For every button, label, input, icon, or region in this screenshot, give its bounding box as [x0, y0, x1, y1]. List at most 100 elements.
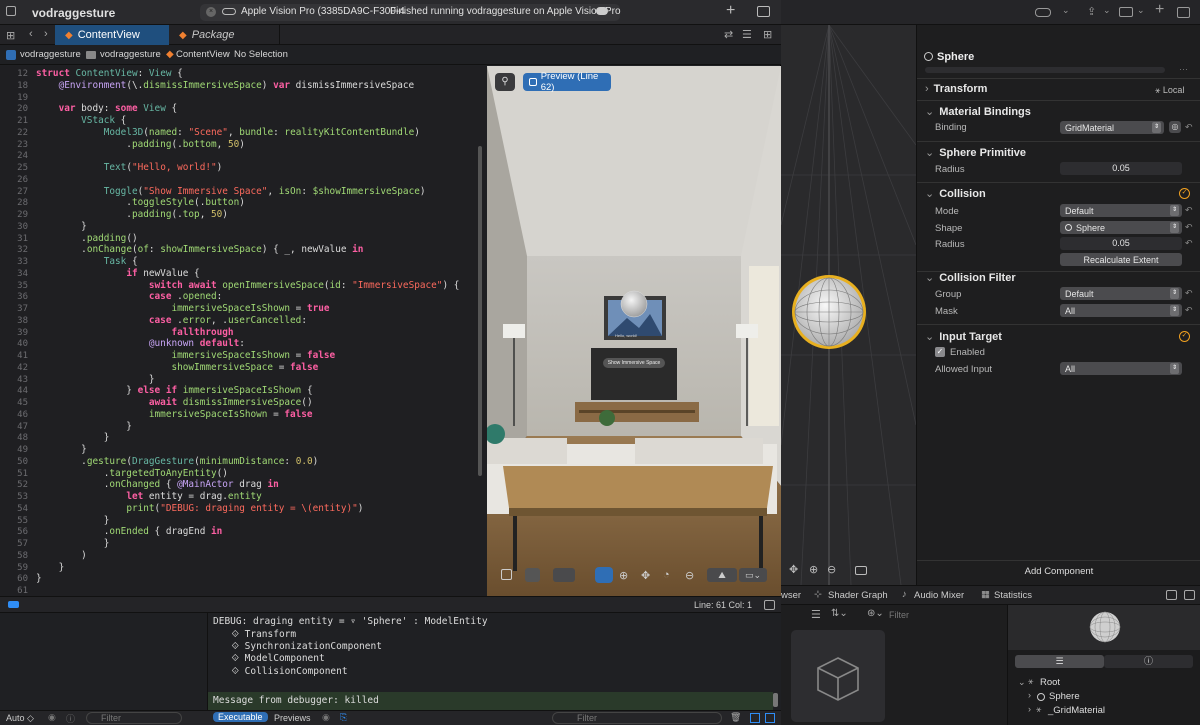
variants-icon[interactable]	[525, 568, 540, 582]
hierarchy-tab-list[interactable]: ☰	[1015, 655, 1104, 668]
filter-options-icon[interactable]: ⊛⌄	[867, 608, 884, 619]
allowed-input-dropdown[interactable]: All ⇕	[1060, 362, 1182, 375]
headset-icon[interactable]	[553, 568, 575, 582]
collision-radius-field[interactable]: 0.05	[1060, 237, 1182, 250]
split-right-icon[interactable]	[765, 713, 775, 723]
code-line[interactable]: }	[36, 538, 110, 549]
code-editor[interactable]: 12 18 19 20 21 22 23 24 25 26 27 28 29 30 31 32 33 34 35 36…	[0, 66, 486, 596]
reset-icon[interactable]: ↶	[1185, 222, 1193, 233]
chevron-right-icon[interactable]: ›	[1028, 690, 1031, 700]
code-line[interactable]: .padding(.top, 50)	[36, 209, 228, 220]
breadcrumb-selection[interactable]: No Selection	[234, 49, 288, 60]
reset-icon[interactable]: ↶	[1185, 238, 1193, 249]
code-line[interactable]: case .error, .userCancelled:	[36, 315, 307, 326]
sidebar-left-icon[interactable]	[1166, 590, 1177, 600]
variables-filter-input[interactable]: Filter	[86, 712, 182, 724]
console-scrollbar[interactable]	[773, 693, 778, 707]
code-line[interactable]: print("DEBUG: draging entity = \(entity)…	[36, 503, 363, 514]
code-line[interactable]: case .opened:	[36, 291, 222, 302]
collision-section[interactable]: ⌄ Collision	[925, 187, 986, 200]
tab-contentview[interactable]: ◆ ContentView	[55, 25, 169, 45]
local-toggle[interactable]: ⚹ Local	[1155, 85, 1184, 96]
rotate-icon[interactable]: ◔	[663, 569, 670, 581]
process-icon[interactable]: ⎘	[340, 712, 347, 723]
device-icon[interactable]	[501, 569, 512, 580]
split-icon[interactable]	[764, 600, 775, 610]
code-line[interactable]: .onChanged { @MainActor drag in	[36, 479, 279, 490]
back-icon[interactable]: ‹	[29, 28, 33, 40]
code-line[interactable]: switch await openImmersiveSpace(id: "Imm…	[36, 280, 459, 291]
breadcrumb-folder[interactable]: vodraggesture	[100, 49, 161, 60]
code-line[interactable]: }	[36, 432, 110, 443]
list-icon[interactable]: ☰	[811, 608, 821, 621]
tab-audio-mixer[interactable]: Audio Mixer	[914, 590, 964, 601]
3d-viewport[interactable]: ✥ ⊕ ⊖	[781, 25, 916, 585]
add-icon[interactable]: +	[1155, 1, 1164, 19]
console-filter-input[interactable]: Filter	[552, 712, 722, 724]
sort-icon[interactable]: ⇅⌄	[831, 608, 848, 619]
code-line[interactable]: immersiveSpaceIsShown = false	[36, 409, 313, 420]
move-icon[interactable]: ⊕	[619, 569, 628, 582]
recalculate-extent-button[interactable]: Recalculate Extent	[1060, 253, 1182, 266]
sphere-primitive-section[interactable]: ⌄ Sphere Primitive	[925, 146, 1026, 159]
rotate-tool-icon[interactable]: ⊕	[809, 563, 818, 576]
collision-filter-section[interactable]: ⌄ Collision Filter	[925, 271, 1016, 284]
editor-scrollbar[interactable]	[478, 146, 482, 476]
executable-tab[interactable]: Executable	[213, 712, 268, 722]
code-line[interactable]: await dismissImmersiveSpace()	[36, 397, 313, 408]
zoom-icon[interactable]: ⊖	[685, 569, 694, 582]
shape-dropdown[interactable]: Sphere ⇕	[1060, 221, 1182, 234]
browser-filter-input[interactable]: Filter	[885, 608, 1001, 622]
code-line[interactable]: if newValue {	[36, 268, 199, 279]
code-line[interactable]: .onChange(of: showImmersiveSpace) { _, n…	[36, 244, 363, 255]
code-line[interactable]: Toggle("Show Immersive Space", isOn: $sh…	[36, 186, 426, 197]
hierarchy-sphere[interactable]: Sphere	[1049, 691, 1080, 702]
code-line[interactable]: immersiveSpaceIsShown = true	[36, 303, 329, 314]
orbit-icon[interactable]	[595, 567, 613, 583]
add-editor-icon[interactable]: ⊞	[763, 28, 772, 41]
camera-icon[interactable]	[1119, 7, 1133, 17]
pin-icon[interactable]: ⚲	[495, 73, 515, 91]
chevron-down-icon[interactable]: ⌄	[1137, 5, 1145, 16]
code-line[interactable]: }	[36, 374, 155, 385]
input-target-section[interactable]: ⌄ Input Target	[925, 330, 1002, 343]
chevron-down-icon[interactable]: ⌄	[1018, 677, 1026, 688]
code-line[interactable]: .padding(.bottom, 50)	[36, 139, 245, 150]
code-line[interactable]: immersiveSpaceIsShown = false	[36, 350, 335, 361]
hierarchy-tab-info[interactable]: ⓘ	[1104, 655, 1193, 668]
breadcrumb-file[interactable]: ContentView	[176, 49, 230, 60]
code-line[interactable]: .onEnded { dragEnd in	[36, 526, 223, 537]
zoom-tool-icon[interactable]: ⊖	[827, 563, 836, 576]
auto-scope-select[interactable]: Auto ◇	[6, 713, 34, 724]
material-bindings-section[interactable]: ⌄ Material Bindings	[925, 105, 1031, 118]
scheme-status-box[interactable]: × Apple Vision Pro (3385DA9C-F300-4 Fini…	[200, 4, 621, 21]
radius-field[interactable]: 0.05	[1060, 162, 1182, 175]
sidebar-right-icon[interactable]	[1184, 590, 1195, 600]
hierarchy-material[interactable]: _GridMaterial	[1048, 705, 1105, 716]
close-icon[interactable]: ×	[206, 7, 216, 17]
target-icon[interactable]: ◎	[1169, 121, 1181, 133]
code-line[interactable]: @unknown default:	[36, 338, 245, 349]
code-line[interactable]: Task {	[36, 256, 138, 267]
reset-icon[interactable]: ↶	[1185, 205, 1193, 216]
project-title[interactable]: vodraggesture	[32, 6, 115, 20]
sidebar-toggle-icon[interactable]	[757, 6, 770, 17]
chevron-down-icon[interactable]: ⌄	[1062, 5, 1070, 16]
code-line[interactable]: }	[36, 562, 65, 573]
code-line[interactable]: }	[36, 573, 42, 584]
tab-project-browser[interactable]: wser	[781, 590, 801, 601]
code-line[interactable]: .targetedToAnyEntity()	[36, 468, 228, 479]
add-button[interactable]: +	[726, 2, 735, 20]
tab-package[interactable]: ◆ Package	[169, 25, 280, 45]
previews-tab[interactable]: Previews	[274, 713, 311, 723]
trash-icon[interactable]: 🗑	[730, 712, 741, 723]
grid-icon[interactable]: ⊞	[6, 29, 15, 42]
code-line[interactable]: }	[36, 221, 87, 232]
input-target-active-icon[interactable]: ✓	[1179, 331, 1190, 342]
binding-dropdown[interactable]: GridMaterial ⇕	[1060, 121, 1164, 134]
code-line[interactable]: showImmersiveSpace = false	[36, 362, 318, 373]
code-line[interactable]: let entity = drag.entity	[36, 491, 261, 502]
mask-dropdown[interactable]: All ⇕	[1060, 304, 1182, 317]
code-line[interactable]: )	[36, 550, 87, 561]
reset-icon[interactable]: ↶	[1185, 122, 1193, 133]
